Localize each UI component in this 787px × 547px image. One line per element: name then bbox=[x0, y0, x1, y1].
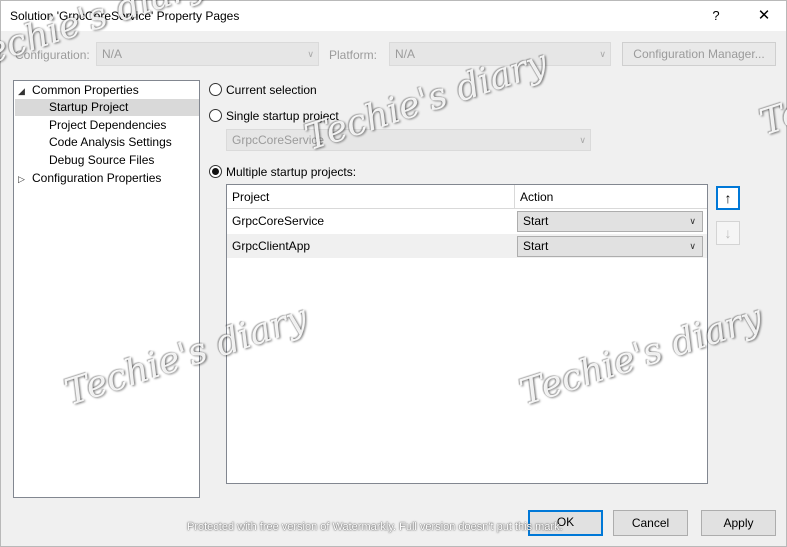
tree-item-debug-source-files[interactable]: Debug Source Files bbox=[49, 152, 154, 169]
current-selection-option[interactable]: Current selection bbox=[209, 81, 317, 99]
watermark-notice: Protected with free version of Watermark… bbox=[187, 521, 563, 533]
window-title: Solution 'GrpcCoreService' Property Page… bbox=[10, 9, 240, 23]
configuration-label: Configuration: bbox=[15, 48, 90, 62]
multiple-startup-option[interactable]: Multiple startup projects: bbox=[209, 163, 356, 181]
configuration-manager-button[interactable]: Configuration Manager... bbox=[622, 42, 776, 66]
single-startup-label: Single startup project bbox=[226, 109, 339, 123]
column-header-action[interactable]: Action bbox=[515, 185, 707, 209]
single-startup-option[interactable]: Single startup project bbox=[209, 107, 339, 125]
platform-value: N/A bbox=[395, 47, 416, 61]
chevron-down-icon: ∨ bbox=[689, 216, 696, 226]
platform-label: Platform: bbox=[329, 48, 378, 62]
move-down-button[interactable]: ↓ bbox=[716, 221, 740, 245]
project-cell: GrpcCoreService bbox=[232, 214, 325, 228]
tree-item-label: Debug Source Files bbox=[49, 153, 155, 167]
current-selection-label: Current selection bbox=[226, 83, 317, 97]
cancel-button[interactable]: Cancel bbox=[613, 510, 688, 536]
column-header-project[interactable]: Project bbox=[227, 185, 515, 209]
tree-item-label: Configuration Properties bbox=[32, 171, 162, 185]
action-value: Start bbox=[523, 214, 549, 228]
tree-item-project-dependencies[interactable]: Project Dependencies bbox=[49, 117, 166, 134]
move-up-button[interactable]: ↑ bbox=[716, 186, 740, 210]
single-startup-radio[interactable] bbox=[209, 109, 222, 122]
help-button[interactable]: ? bbox=[704, 5, 728, 27]
table-row[interactable]: GrpcCoreService Start ∨ bbox=[227, 209, 707, 233]
tree-item-startup-project[interactable]: Startup Project bbox=[15, 99, 199, 116]
action-value: Start bbox=[523, 239, 549, 253]
tree-item-label: Code Analysis Settings bbox=[49, 135, 172, 149]
single-startup-dropdown[interactable]: GrpcCoreService ∨ bbox=[226, 129, 591, 151]
expand-triangle-icon[interactable]: ▷ bbox=[18, 171, 32, 188]
property-pages-dialog: Solution 'GrpcCoreService' Property Page… bbox=[0, 0, 787, 547]
multiple-startup-radio[interactable] bbox=[209, 165, 222, 178]
platform-dropdown[interactable]: N/A ∨ bbox=[389, 42, 611, 66]
startup-projects-grid: Project Action GrpcCoreService Start ∨ G… bbox=[226, 184, 708, 484]
arrow-down-icon: ↓ bbox=[724, 225, 732, 241]
chevron-down-icon: ∨ bbox=[579, 135, 586, 145]
tree-item-common-properties[interactable]: ◢ Common Properties bbox=[18, 82, 139, 99]
grid-header: Project Action bbox=[227, 185, 707, 209]
table-row[interactable]: GrpcClientApp Start ∨ bbox=[227, 234, 707, 258]
multiple-startup-label: Multiple startup projects: bbox=[226, 165, 357, 179]
current-selection-radio[interactable] bbox=[209, 83, 222, 96]
configuration-value: N/A bbox=[102, 47, 123, 61]
chevron-down-icon: ∨ bbox=[307, 49, 314, 59]
arrow-up-icon: ↑ bbox=[724, 190, 732, 206]
chevron-down-icon: ∨ bbox=[689, 241, 696, 251]
apply-button[interactable]: Apply bbox=[701, 510, 776, 536]
chevron-down-icon: ∨ bbox=[599, 49, 606, 59]
tree-item-label: Common Properties bbox=[32, 83, 139, 97]
tree-item-label: Startup Project bbox=[49, 100, 129, 114]
title-bar: Solution 'GrpcCoreService' Property Page… bbox=[1, 1, 786, 31]
single-startup-value: GrpcCoreService bbox=[232, 133, 325, 147]
action-dropdown[interactable]: Start ∨ bbox=[517, 236, 703, 257]
tree-item-label: Project Dependencies bbox=[49, 118, 167, 132]
configuration-row: Configuration: N/A ∨ Platform: N/A ∨ Con… bbox=[1, 42, 786, 66]
collapse-triangle-icon[interactable]: ◢ bbox=[18, 83, 32, 100]
property-tree: ◢ Common Properties Startup Project Proje… bbox=[13, 80, 200, 498]
configuration-dropdown[interactable]: N/A ∨ bbox=[96, 42, 319, 66]
tree-item-code-analysis-settings[interactable]: Code Analysis Settings bbox=[49, 134, 172, 151]
close-icon[interactable]: ✕ bbox=[750, 5, 778, 27]
tree-item-configuration-properties[interactable]: ▷ Configuration Properties bbox=[18, 170, 161, 187]
action-dropdown[interactable]: Start ∨ bbox=[517, 211, 703, 232]
project-cell: GrpcClientApp bbox=[232, 239, 311, 253]
